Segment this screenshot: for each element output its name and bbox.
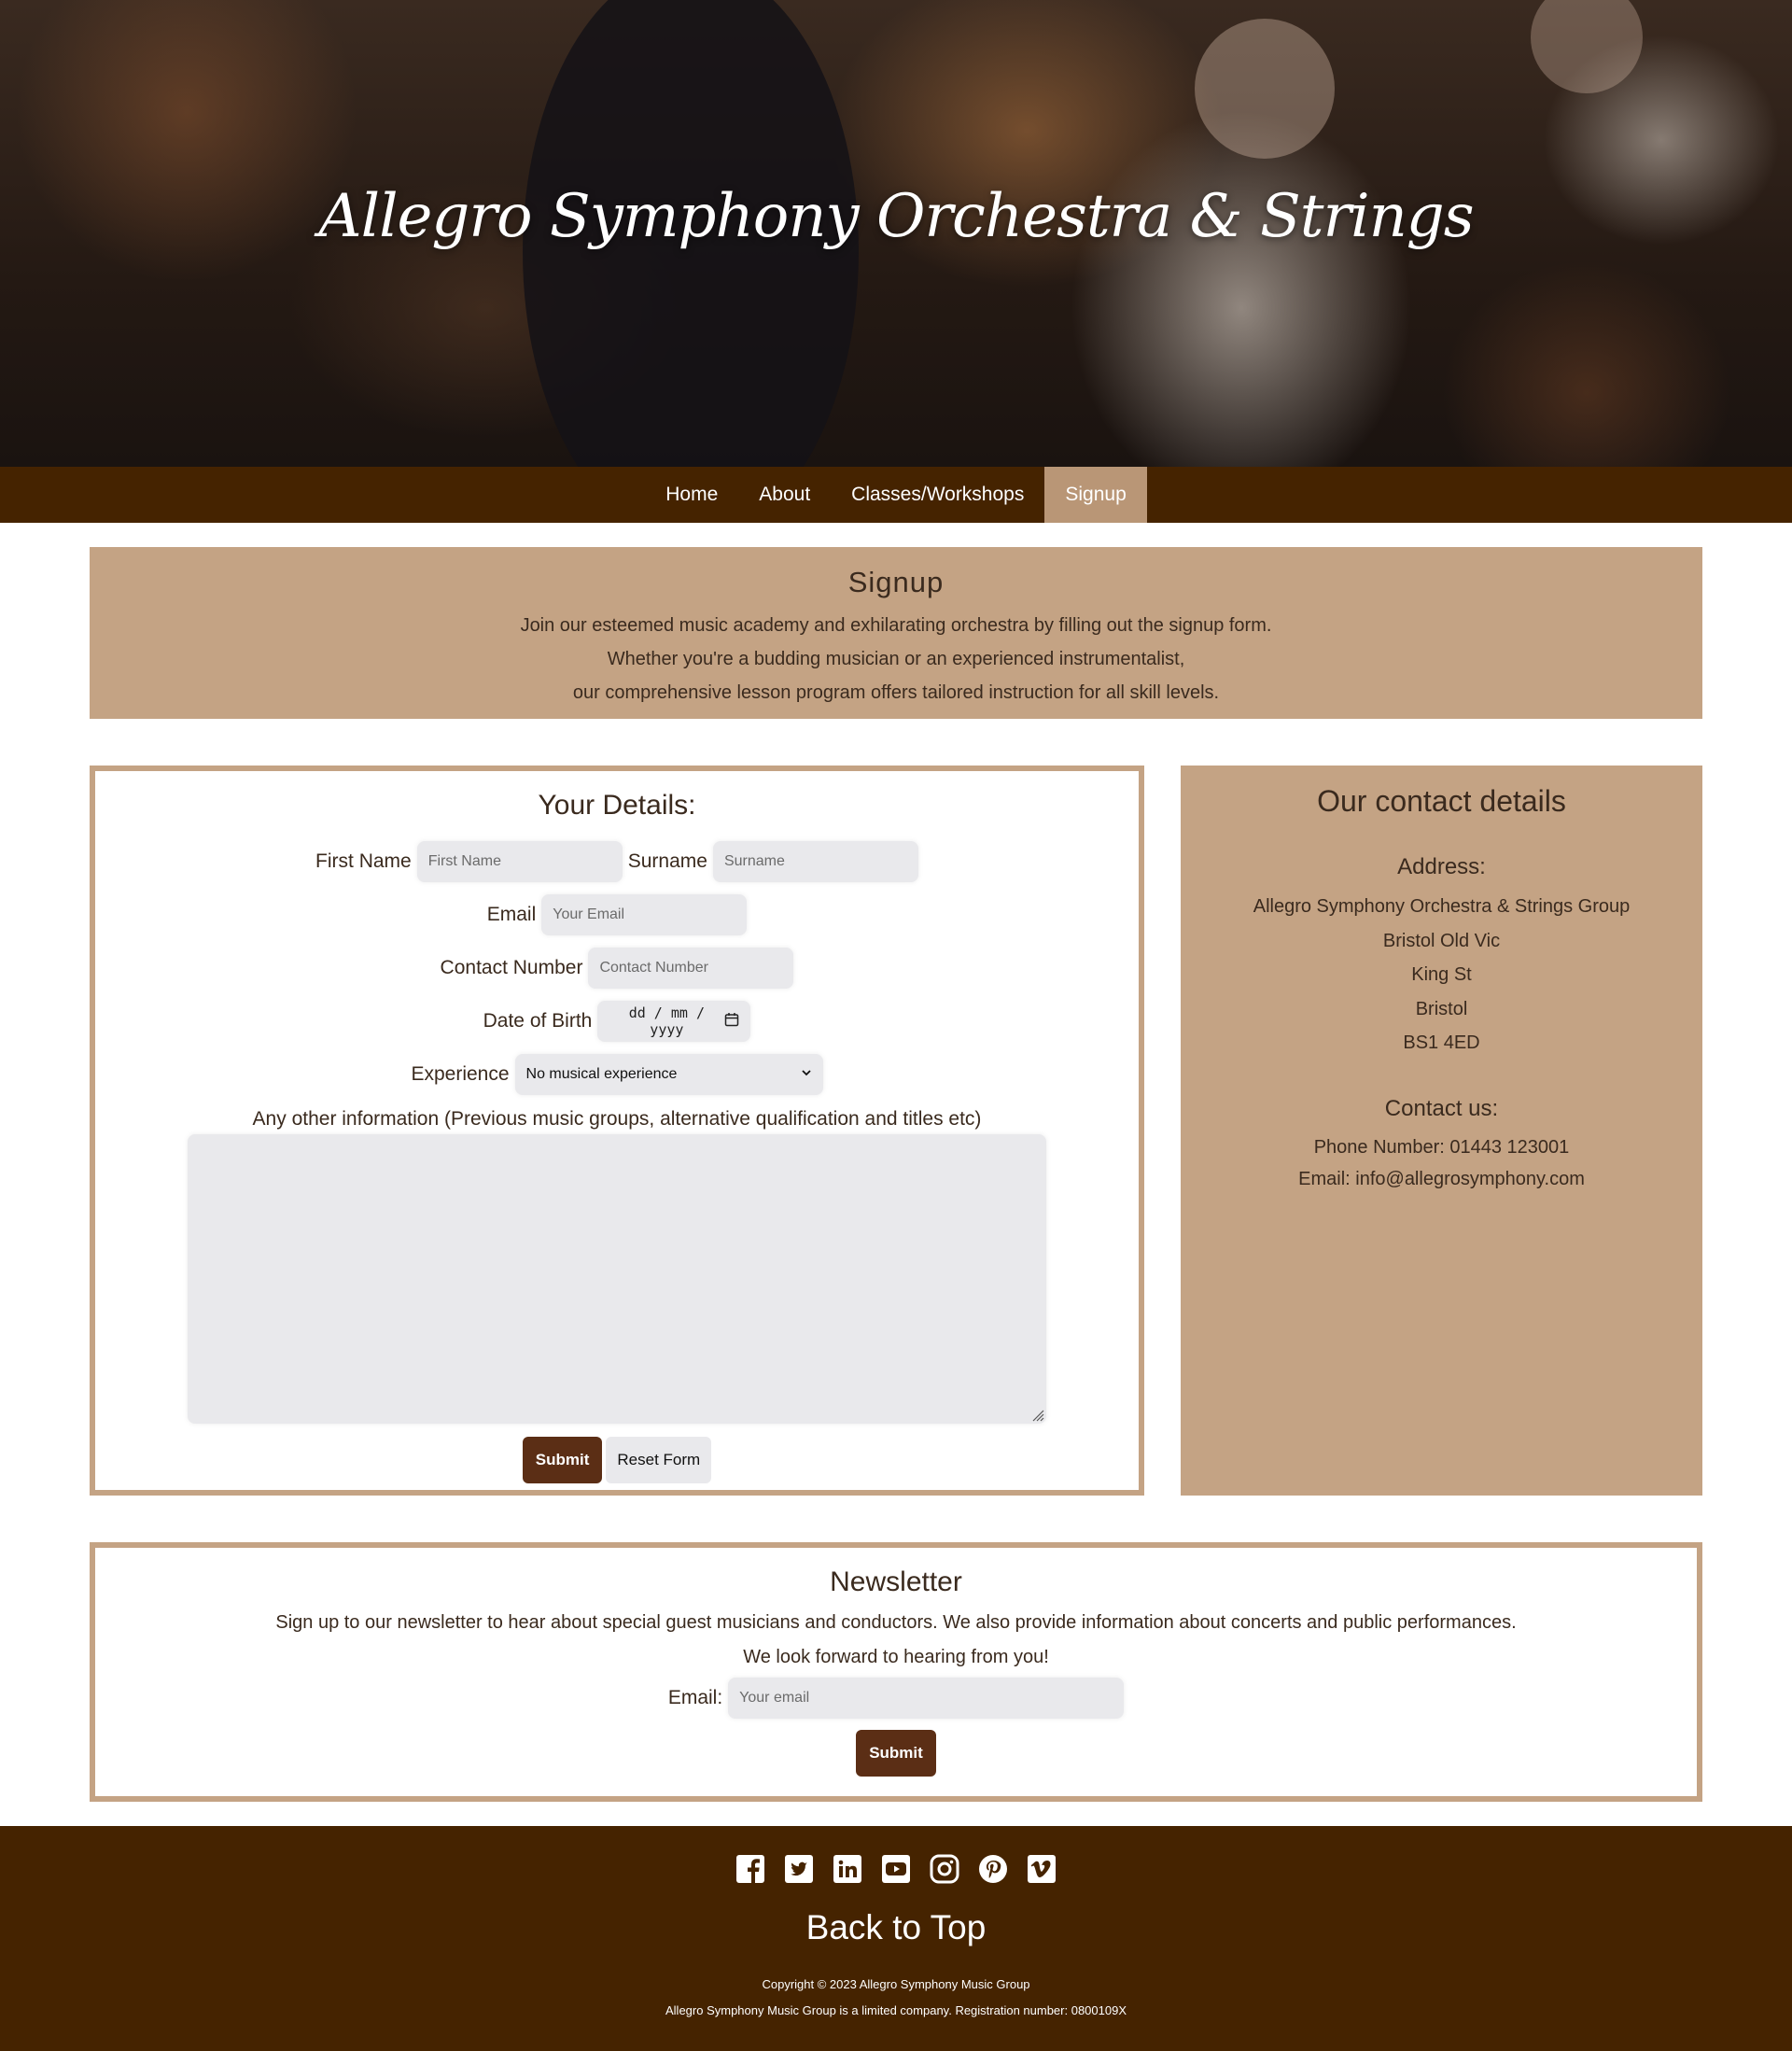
phone-number: Phone Number: 01443 123001 bbox=[1313, 1136, 1570, 1158]
pinterest-icon[interactable] bbox=[978, 1854, 1008, 1884]
email-label: Email bbox=[486, 903, 537, 925]
copyright-text: Copyright © 2023 Allegro Symphony Music … bbox=[762, 1977, 1030, 1991]
signup-intro: Signup Join our esteemed music academy a… bbox=[90, 547, 1702, 719]
surname-input[interactable]: Surname bbox=[712, 840, 918, 882]
address-line: Allegro Symphony Orchestra & Strings Gro… bbox=[1253, 896, 1631, 917]
contact-email: Email: info@allegrosymphony.com bbox=[1298, 1168, 1585, 1189]
newsletter-submit-button[interactable]: Submit bbox=[856, 1730, 936, 1777]
nav-about[interactable]: About bbox=[738, 467, 831, 523]
hero-figure bbox=[1531, 0, 1643, 93]
nav-classes-workshops[interactable]: Classes/Workshops bbox=[831, 467, 1044, 523]
address-line: Bristol bbox=[1415, 998, 1468, 1019]
page-title: Signup bbox=[847, 566, 945, 598]
nav-signup[interactable]: Signup bbox=[1044, 467, 1147, 523]
chevron-down-icon bbox=[801, 1066, 812, 1083]
intro-line: our comprehensive lesson program offers … bbox=[572, 682, 1220, 703]
social-links bbox=[0, 1854, 1792, 1884]
dob-input[interactable]: dd / mm / yyyy bbox=[597, 1000, 751, 1042]
youtube-icon[interactable] bbox=[881, 1854, 911, 1884]
site-footer: Back to Top Copyright © 2023 Allegro Sym… bbox=[0, 1826, 1792, 2051]
other-info-textarea[interactable] bbox=[188, 1134, 1046, 1424]
reset-form-button[interactable]: Reset Form bbox=[606, 1437, 712, 1483]
email-input[interactable]: Your Email bbox=[541, 893, 748, 935]
contact-number-input[interactable]: Contact Number bbox=[588, 947, 794, 989]
first-name-label: First Name bbox=[315, 850, 412, 872]
calendar-icon[interactable] bbox=[724, 1012, 739, 1031]
form-title: Your Details: bbox=[538, 790, 696, 821]
dob-placeholder: dd / mm / yyyy bbox=[628, 1004, 705, 1038]
registration-text: Allegro Symphony Music Group is a limite… bbox=[665, 2003, 1127, 2017]
dob-label: Date of Birth bbox=[483, 1009, 593, 1032]
newsletter-title: Newsletter bbox=[830, 1566, 962, 1597]
hero-figure bbox=[1195, 19, 1335, 159]
intro-line: Whether you're a budding musician or an … bbox=[607, 649, 1185, 669]
twitter-icon[interactable] bbox=[784, 1854, 814, 1884]
vimeo-icon[interactable] bbox=[1027, 1854, 1057, 1884]
newsletter-section: Newsletter Sign up to our newsletter to … bbox=[90, 1542, 1702, 1802]
experience-label: Experience bbox=[411, 1062, 510, 1085]
back-to-top-link[interactable]: Back to Top bbox=[0, 1908, 1792, 1947]
main-nav: Home About Classes/Workshops Signup bbox=[0, 467, 1792, 523]
intro-line: Join our esteemed music academy and exhi… bbox=[520, 615, 1272, 636]
details-form: Your Details: First Name First Name Surn… bbox=[90, 766, 1144, 1496]
facebook-icon[interactable] bbox=[735, 1854, 765, 1884]
newsletter-line: We look forward to hearing from you! bbox=[743, 1646, 1049, 1667]
address-heading: Address: bbox=[1397, 854, 1486, 879]
site-title: Allegro Symphony Orchestra & Strings bbox=[318, 182, 1474, 251]
first-name-input[interactable]: First Name bbox=[416, 840, 623, 882]
address-line: King St bbox=[1411, 964, 1472, 985]
other-info-label: Any other information (Previous music gr… bbox=[252, 1108, 982, 1130]
resize-grip-icon[interactable] bbox=[1029, 1407, 1044, 1422]
experience-selected: No musical experience bbox=[525, 1065, 678, 1082]
linkedin-icon[interactable] bbox=[833, 1854, 862, 1884]
address-line: Bristol Old Vic bbox=[1382, 930, 1501, 951]
experience-select[interactable]: No musical experience bbox=[514, 1053, 823, 1095]
newsletter-line: Sign up to our newsletter to hear about … bbox=[275, 1612, 1517, 1633]
submit-button[interactable]: Submit bbox=[522, 1437, 603, 1483]
address-line: BS1 4ED bbox=[1403, 1033, 1480, 1053]
instagram-icon[interactable] bbox=[930, 1854, 959, 1884]
contact-title: Our contact details bbox=[1317, 784, 1566, 818]
newsletter-email-input[interactable]: Your email bbox=[728, 1678, 1125, 1719]
nav-home[interactable]: Home bbox=[645, 467, 738, 523]
newsletter-email-label: Email: bbox=[667, 1687, 723, 1708]
hero-banner: Allegro Symphony Orchestra & Strings bbox=[0, 0, 1792, 467]
contact-us-heading: Contact us: bbox=[1384, 1095, 1499, 1121]
contact-details-panel: Our contact details Address: Allegro Sym… bbox=[1181, 766, 1702, 1496]
surname-label: Surname bbox=[627, 850, 707, 872]
contact-number-label: Contact Number bbox=[440, 956, 583, 978]
